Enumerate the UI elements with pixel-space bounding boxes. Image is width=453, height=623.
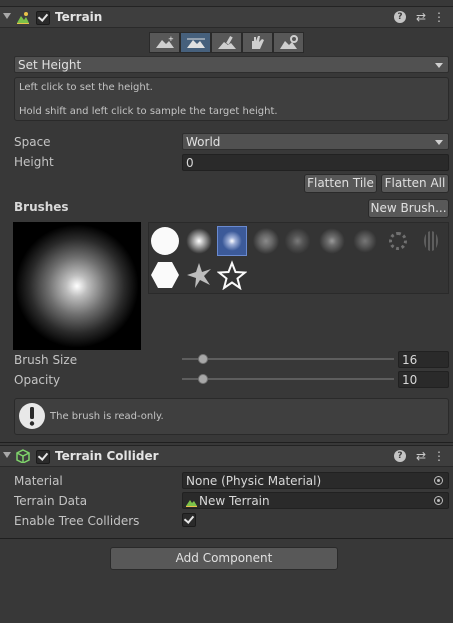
flatten-tile-button[interactable]: Flatten Tile [304,174,377,193]
readonly-message: The brush is read-only. [50,411,164,422]
foldout-arrow-icon[interactable] [3,13,11,19]
brush-splatter-2[interactable] [350,226,380,256]
smooth-hand-icon [252,36,264,49]
terrain-icon [17,12,29,24]
space-label: Space [14,135,51,149]
chevron-down-icon [435,63,443,68]
brush-size-slider-track[interactable] [182,358,394,360]
flatten-all-button[interactable]: Flatten All [381,174,449,193]
soft-star-icon [187,263,211,288]
object-picker-icon[interactable] [434,476,443,485]
terrain-mode-value: Set Height [18,58,82,72]
collider-enabled-checkbox[interactable] [36,450,50,464]
help-icon[interactable]: ? [394,450,406,462]
terrain-component-header[interactable]: Terrain ? ⇄ ⋮ [0,6,453,28]
preset-icon[interactable]: ⇄ [414,10,428,24]
help-line-1: Left click to set the height. [19,82,153,93]
space-value: World [186,135,221,149]
brush-soft-small-selected[interactable] [217,226,247,256]
enable-tree-colliders-checkbox[interactable] [182,513,196,527]
height-label: Height [14,155,54,169]
terrain-enabled-checkbox[interactable] [36,11,50,25]
more-options-icon[interactable]: ⋮ [432,10,446,24]
svg-text:+: + [168,35,174,43]
add-component-button[interactable]: Add Component [110,547,338,570]
terrain-data-value: New Terrain [199,494,270,508]
brush-preview [13,222,141,350]
brush-size-label: Brush Size [14,353,78,367]
collider-title: Terrain Collider [55,449,159,463]
terrain-data-icon [186,500,197,507]
new-brush-button[interactable]: New Brush... [368,199,449,218]
terrain-data-object-field[interactable]: New Terrain [182,492,449,509]
preset-icon[interactable]: ⇄ [414,449,428,463]
set-height-icon [187,38,205,48]
opacity-input[interactable]: 10 [398,371,449,388]
foldout-arrow-icon[interactable] [3,452,11,458]
settings-gear-icon [280,35,298,49]
terrain-title: Terrain [55,10,103,24]
brush-size-input[interactable]: 16 [398,351,449,368]
brush-ring[interactable] [383,226,413,256]
height-value: 0 [186,156,194,170]
brush-noise-2[interactable] [284,226,314,256]
terrain-collider-header[interactable]: Terrain Collider ? ⇄ ⋮ [0,445,453,467]
set-height-tool-button[interactable] [180,32,211,53]
star-outline-icon [216,260,248,291]
terrain-settings-tool-button[interactable] [273,32,304,53]
brush-soft-circle[interactable] [184,226,214,256]
opacity-value: 10 [402,373,418,387]
terrain-data-label: Terrain Data [14,494,88,508]
smooth-height-tool-button[interactable] [242,32,273,53]
brush-noise-1[interactable] [251,226,281,256]
section-divider [0,442,453,443]
hexagon-icon [151,262,179,288]
material-object-field[interactable]: None (Physic Material) [182,472,449,489]
object-picker-icon[interactable] [434,496,443,505]
raise-terrain-icon: + [156,35,174,48]
space-dropdown[interactable]: World [182,133,449,150]
enable-tree-colliders-label: Enable Tree Colliders [14,514,140,528]
brush-streaks[interactable] [416,226,446,256]
brush-soft-star[interactable] [184,260,214,290]
raise-lower-tool-button[interactable]: + [149,32,180,53]
material-label: Material [14,474,63,488]
help-icon[interactable]: ? [394,11,406,23]
collider-cube-icon [16,449,30,463]
opacity-slider-thumb[interactable] [198,374,209,384]
brush-size-slider-thumb[interactable] [198,354,209,364]
brush-star-outline[interactable] [216,260,248,291]
brushes-label: Brushes [14,200,69,214]
height-input[interactable]: 0 [182,154,449,171]
brush-hard-circle[interactable] [150,226,180,256]
section-divider [0,538,453,539]
brush-splatter-1[interactable] [317,226,347,256]
brush-size-value: 16 [402,353,418,367]
info-icon [19,403,45,429]
paint-brush-icon [218,36,236,49]
opacity-slider-track[interactable] [182,378,394,380]
paint-texture-tool-button[interactable] [211,32,242,53]
help-line-2: Hold shift and left click to sample the … [19,106,278,117]
readonly-info-box: The brush is read-only. [14,398,449,435]
help-box: Left click to set the height. Hold shift… [14,77,449,121]
material-value: None (Physic Material) [186,474,322,488]
chevron-down-icon [435,140,443,145]
more-options-icon[interactable]: ⋮ [432,449,446,463]
brush-hexagon[interactable] [150,260,180,290]
opacity-label: Opacity [14,373,61,387]
terrain-mode-dropdown[interactable]: Set Height [14,56,449,73]
